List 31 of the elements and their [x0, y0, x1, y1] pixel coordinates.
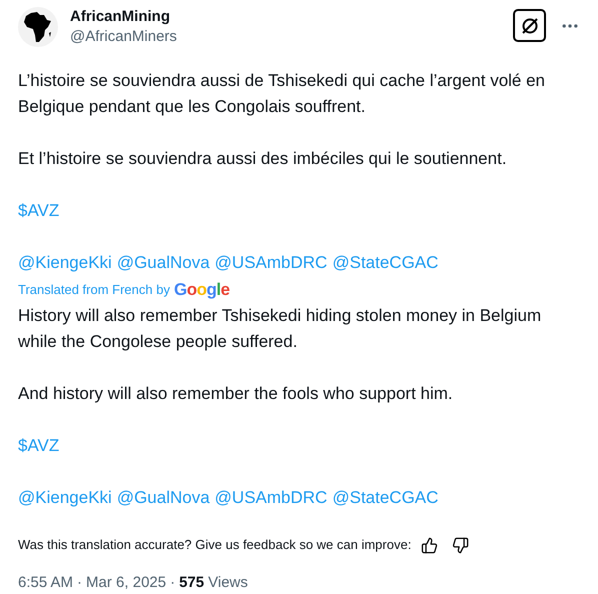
mention-link[interactable]: @StateCGAC [332, 485, 438, 511]
mention-link[interactable]: @KiengeKki [18, 485, 112, 511]
slashed-circle-icon [520, 16, 540, 36]
translation-note[interactable]: Translated from French by [18, 280, 170, 300]
separator-dot: · [170, 573, 176, 593]
author-name[interactable]: AfricanMining [70, 7, 177, 27]
tweet-paragraph: History will also remember Tshisekedi hiding stolen money in Belgium while the Congolese people suffered. [18, 305, 542, 353]
tweet-paragraph: And history will also remember the fools who support him. [18, 383, 454, 405]
author-handle[interactable]: @AfricanMiners [70, 27, 177, 47]
separator-dot: · [77, 573, 82, 593]
mention-link[interactable]: @GualNova [116, 485, 210, 511]
mention-link[interactable]: @StateCGAC [332, 250, 438, 276]
mention-link[interactable]: @KiengeKki [18, 250, 112, 276]
mention-link[interactable]: @USAmbDRC [214, 250, 328, 276]
africa-map-icon [23, 11, 53, 43]
thumbs-down-icon[interactable] [452, 536, 470, 554]
tweet-paragraph: Et l’histoire se souviendra aussi des imbéciles qui le soutiennent. [18, 148, 508, 170]
feedback-prompt: Was this translation accurate? Give us feedback so we can improve: [18, 536, 412, 554]
mention-link[interactable]: @GualNova [116, 250, 210, 276]
tweet-paragraph: L’histoire se souviendra aussi de Tshisekedi qui cache l’argent volé en Belgique pendant que les Congolais souffrent. [18, 70, 546, 118]
post-date[interactable]: Mar 6, 2025 [86, 572, 166, 594]
grok-button[interactable] [513, 9, 546, 42]
views-count: 575 [179, 573, 204, 593]
cashtag-link[interactable]: $AVZ [18, 201, 60, 220]
google-logo: Google [174, 279, 230, 302]
mention-link[interactable]: @USAmbDRC [214, 485, 328, 511]
post-time[interactable]: 6:55 AM [18, 572, 74, 594]
thumbs-up-icon[interactable] [421, 536, 438, 554]
avatar[interactable] [18, 7, 58, 47]
views-label: Views [208, 573, 248, 593]
cashtag-link[interactable]: $AVZ [18, 436, 60, 455]
